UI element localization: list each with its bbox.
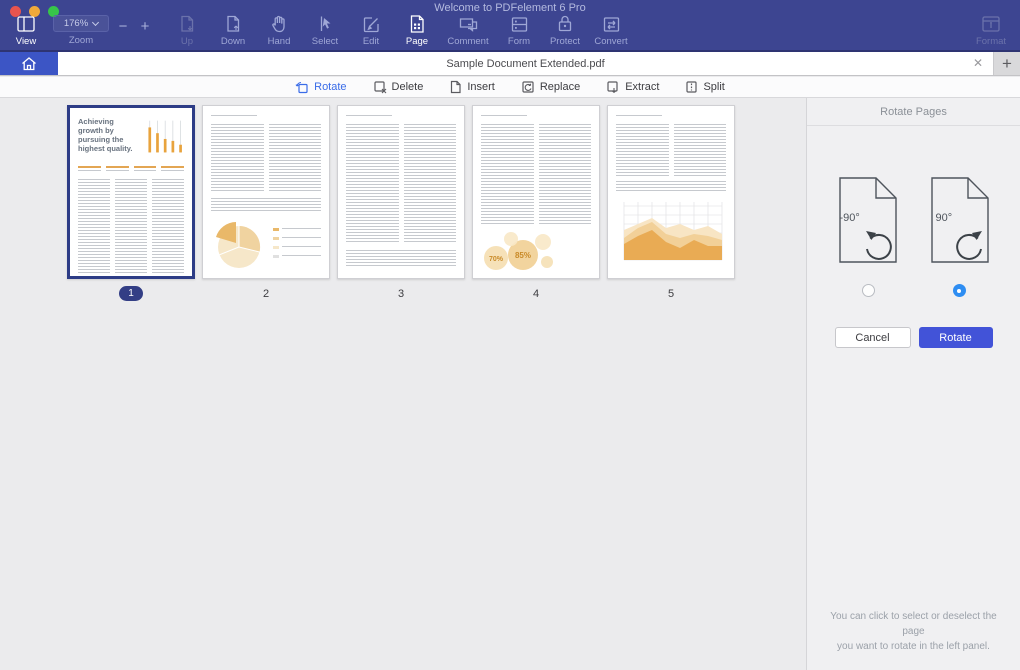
form-fields-icon: [510, 13, 529, 35]
page-up-button: Up: [164, 13, 210, 47]
comment-mode-button[interactable]: Comment: [440, 13, 496, 47]
page-down-button[interactable]: Down: [210, 13, 256, 47]
zoom-dropdown[interactable]: 176%: [53, 15, 109, 32]
select-tool-button[interactable]: Select: [302, 13, 348, 47]
page-tools-toolbar: Rotate Delete Insert Replace Extract Spl…: [0, 77, 1020, 98]
page-2-preview[interactable]: [202, 105, 330, 279]
rotate-cw-label: 90°: [936, 212, 953, 224]
convert-arrows-icon: [602, 13, 621, 35]
close-tab-icon[interactable]: ✕: [973, 56, 983, 70]
comment-bubbles-icon: [458, 13, 479, 35]
page-1-heading: Achieving growth by pursuing the highest…: [78, 117, 140, 159]
rotate-icon: [295, 80, 309, 94]
rotate-button[interactable]: Rotate: [919, 327, 993, 348]
split-tool-button[interactable]: Split: [685, 80, 724, 94]
view-panel-icon: [16, 13, 36, 35]
rotate-ccw-radio[interactable]: [862, 284, 875, 297]
hand-icon: [270, 13, 288, 35]
zoom-out-button[interactable]: −: [112, 18, 134, 35]
page-thumbnail-2: 2: [202, 105, 330, 301]
svg-text:85%: 85%: [515, 251, 531, 260]
page-4-number: 4: [533, 286, 539, 301]
thumbnail-canvas: Achieving growth by pursuing the highest…: [0, 98, 806, 670]
page-thumbnail-5: 5: [607, 105, 735, 301]
rotate-pages-panel: Rotate Pages -90°: [806, 98, 1020, 670]
rotate-ccw-label: -90°: [840, 212, 860, 224]
app-toolbar: Welcome to PDFelement 6 Pro View 176% Zo…: [0, 0, 1020, 52]
page-mode-button[interactable]: Page: [394, 13, 440, 47]
cancel-button[interactable]: Cancel: [835, 327, 911, 348]
page-grid-icon: [408, 13, 426, 35]
rotate-cw-page-icon: [922, 170, 998, 270]
format-panel-icon: [981, 13, 1001, 35]
split-icon: [685, 80, 698, 94]
delete-tool-button[interactable]: Delete: [373, 80, 424, 94]
hand-tool-button[interactable]: Hand: [256, 13, 302, 47]
page-1-number: 1: [119, 286, 143, 301]
rotate-cw-radio[interactable]: [953, 284, 966, 297]
home-tab[interactable]: [0, 52, 58, 75]
zoom-control: 176% Zoom: [50, 13, 112, 46]
page-2-number: 2: [263, 286, 269, 301]
replace-tool-button[interactable]: Replace: [521, 80, 580, 94]
document-tab-title: Sample Document Extended.pdf: [446, 58, 604, 70]
page-3-number: 3: [398, 286, 404, 301]
page-2-pie-chart: [211, 217, 265, 271]
page-thumbnail-3: 3: [337, 105, 465, 301]
document-tab[interactable]: Sample Document Extended.pdf ✕: [58, 52, 994, 75]
insert-tool-button[interactable]: Insert: [449, 80, 495, 94]
page-3-preview[interactable]: [337, 105, 465, 279]
page-thumbnail-4: 70% 85% 4: [472, 105, 600, 301]
chevron-down-icon: [92, 18, 99, 25]
delete-icon: [373, 80, 387, 94]
new-tab-button[interactable]: +: [994, 52, 1020, 75]
replace-icon: [521, 80, 535, 94]
protect-mode-button[interactable]: Protect: [542, 13, 588, 47]
page-down-icon: [224, 13, 242, 35]
view-button[interactable]: View: [4, 13, 48, 47]
page-1-bar-chart: [144, 117, 184, 159]
page-5-area-chart: [616, 198, 728, 268]
page-1-preview[interactable]: Achieving growth by pursuing the highest…: [67, 105, 195, 279]
page-5-preview[interactable]: [607, 105, 735, 279]
page-thumbnail-1: Achieving growth by pursuing the highest…: [67, 105, 195, 301]
rotate-panel-title: Rotate Pages: [807, 98, 1020, 126]
rotate-cw-option[interactable]: 90°: [922, 170, 998, 270]
extract-tool-button[interactable]: Extract: [606, 80, 659, 94]
rotate-tool-button[interactable]: Rotate: [295, 80, 346, 94]
insert-icon: [449, 80, 462, 94]
zoom-in-button[interactable]: +: [134, 18, 156, 35]
page-1-legend-row: [78, 166, 184, 173]
rotate-panel-hint: You can click to select or deselect the …: [819, 609, 1008, 654]
page-5-number: 5: [668, 286, 674, 301]
rotate-ccw-option[interactable]: -90°: [830, 170, 906, 270]
tab-bar: Sample Document Extended.pdf ✕ +: [0, 52, 1020, 76]
format-panel-button: Format: [968, 13, 1014, 47]
form-mode-button[interactable]: Form: [496, 13, 542, 47]
edit-mode-button[interactable]: Edit: [348, 13, 394, 47]
home-icon: [20, 55, 38, 72]
convert-mode-button[interactable]: Convert: [588, 13, 634, 47]
select-cursor-icon: [316, 13, 334, 35]
extract-icon: [606, 80, 620, 94]
lock-icon: [556, 13, 574, 35]
svg-text:70%: 70%: [489, 256, 504, 263]
page-2-pie-legend: [273, 224, 321, 264]
edit-pencil-icon: [362, 13, 381, 35]
page-4-preview[interactable]: 70% 85%: [472, 105, 600, 279]
page-4-bubble-chart: 70% 85%: [481, 228, 557, 276]
page-up-icon: [178, 13, 196, 35]
